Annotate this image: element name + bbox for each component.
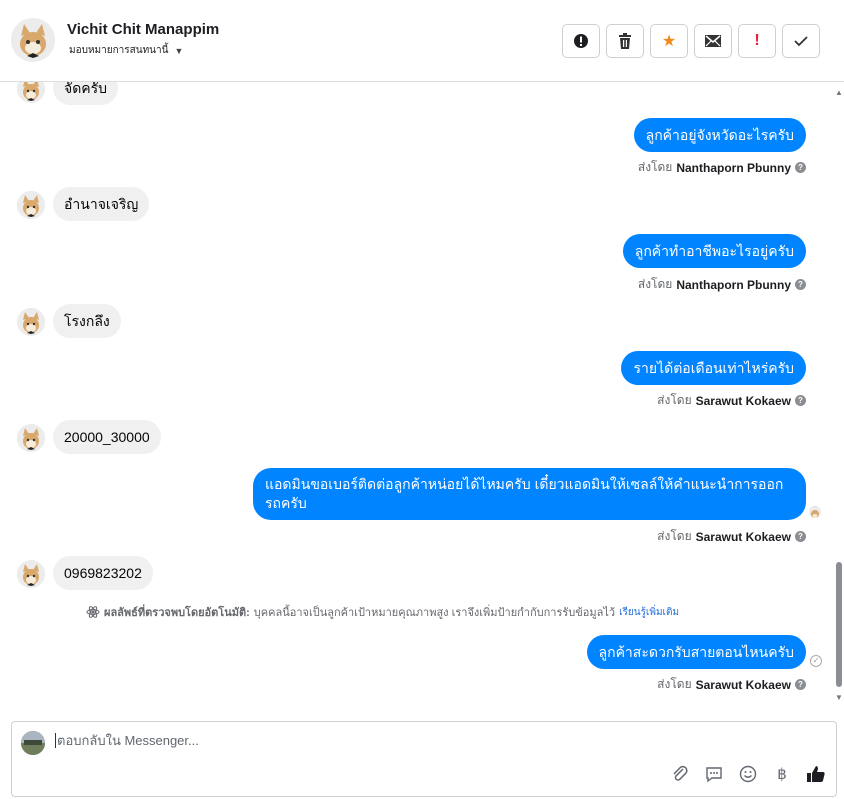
like-icon [807,766,825,782]
customer-avatar-small [17,560,45,588]
emoji-icon [739,765,757,783]
assign-conversation-dropdown[interactable]: มอบหมายการสนทนานี้ ▼ [69,43,183,58]
reply-input[interactable] [55,733,815,748]
done-button[interactable] [782,24,820,58]
message-bubble-outgoing: รายได้ต่อเดือนเท่าไหร่ครับ [621,351,806,385]
scrollbar-thumb[interactable] [836,562,842,687]
auto-note-body: บุคคลนี้อาจเป็นลูกค้าเป้าหมายคุณภาพสูง เ… [253,607,616,619]
sent-by-label: ส่งโดย Nanthaporn Pbunny ? [638,275,806,294]
trash-icon [619,33,631,49]
conversation-header: Vichit Chit Manappim มอบหมายการสนทนานี้ … [0,0,844,82]
sent-status-icon: ✓ [810,655,822,667]
follow-up-button[interactable]: ! [738,24,776,58]
seen-avatar [809,506,821,518]
sent-by-prefix: ส่งโดย [657,529,692,543]
caret-down-icon: ▼ [174,45,184,56]
sent-by-prefix: ส่งโดย [637,277,673,291]
customer-avatar[interactable] [11,18,55,62]
spam-icon [574,34,588,48]
sent-by-name: Sarawut Kokaew [695,529,791,544]
sent-by-name: Sarawut Kokaew [695,393,791,408]
attach-icon [673,765,688,781]
sent-by-label: ส่งโดย Sarawut Kokaew ? [657,391,806,410]
help-icon[interactable]: ? [795,679,806,690]
star-icon: ★ [661,33,677,50]
message-bubble-incoming: จัดครับ [53,82,119,105]
message-bubble-incoming: อำนาจเจริญ [53,187,150,221]
saved-reply-icon [706,767,722,783]
sent-by-label: ส่งโดย Sarawut Kokaew ? [657,527,806,546]
sent-by-prefix: ส่งโดย [657,393,692,407]
scroll-up-icon[interactable]: ▲ [835,88,843,97]
follow-up-icon: ! [754,32,760,49]
customer-avatar-small [17,191,45,219]
message-bubble-outgoing: ลูกค้าอยู่จังหวัดอะไรครับ [633,118,806,152]
payment-button[interactable]: ฿ [772,764,792,784]
scroll-down-icon[interactable]: ▼ [835,693,843,702]
sent-by-name: Nanthaporn Pbunny [676,277,791,292]
star-button[interactable]: ★ [650,24,688,58]
customer-avatar-small [17,308,45,336]
message-bubble-outgoing: แอดมินขอเบอร์ติดต่อลูกค้าหน่อยได้ไหมครับ… [253,468,806,520]
saved-reply-button[interactable] [704,764,724,784]
message-bubble-incoming: โรงกลึง [53,304,121,338]
help-icon[interactable]: ? [795,162,806,173]
sent-by-prefix: ส่งโดย [657,677,692,691]
customer-avatar-small [17,424,45,452]
attach-button[interactable] [670,764,690,784]
customer-avatar-small [17,82,45,103]
spam-button[interactable] [562,24,600,58]
message-bubble-incoming: 20000_30000 [53,420,161,454]
auto-note-title: ผลลัพธ์ที่ตรวจพบโดยอัตโนมัติ: [104,607,250,619]
thread-scrollbar[interactable]: ▲ ▼ [833,82,844,710]
emoji-button[interactable] [738,764,758,784]
customer-name[interactable]: Vichit Chit Manappim [67,21,219,38]
help-icon[interactable]: ? [795,279,806,290]
help-icon[interactable]: ? [795,395,806,406]
sent-by-label: ส่งโดย Sarawut Kokaew ? [657,675,806,694]
done-icon [794,36,808,47]
atom-icon [86,606,100,618]
message-bubble-outgoing: ลูกค้าทำอาชีพอะไรอยู่ครับ [622,234,806,268]
help-icon[interactable]: ? [795,531,806,542]
learn-more-link[interactable]: เรียนรู้เพิ่มเติม [619,605,679,620]
assign-label: มอบหมายการสนทนานี้ [69,45,169,56]
delete-button[interactable] [606,24,644,58]
message-bubble-outgoing: ลูกค้าสะดวกรับสายตอนไหนครับ [586,635,806,669]
message-bubble-incoming: 0969823202 [53,556,153,590]
composer-tools: ฿ [670,764,826,784]
mark-unread-icon [705,35,721,47]
reply-composer: ฿ [11,721,837,797]
sent-by-name: Sarawut Kokaew [695,677,791,692]
conversation-actions: ★ ! [562,24,820,58]
baht-icon: ฿ [777,766,787,783]
page-avatar [21,731,45,755]
sent-by-name: Nanthaporn Pbunny [676,160,791,175]
mark-unread-button[interactable] [694,24,732,58]
sent-by-label: ส่งโดย Nanthaporn Pbunny ? [638,158,806,177]
sent-by-prefix: ส่งโดย [637,160,673,174]
like-button[interactable] [806,764,826,784]
auto-detected-note: ผลลัพธ์ที่ตรวจพบโดยอัตโนมัติ: บุคคลนี้อา… [86,603,679,621]
message-thread[interactable]: จัดครับ ลูกค้าอยู่จังหวัดอะไรครับ ส่งโดย… [0,82,833,710]
